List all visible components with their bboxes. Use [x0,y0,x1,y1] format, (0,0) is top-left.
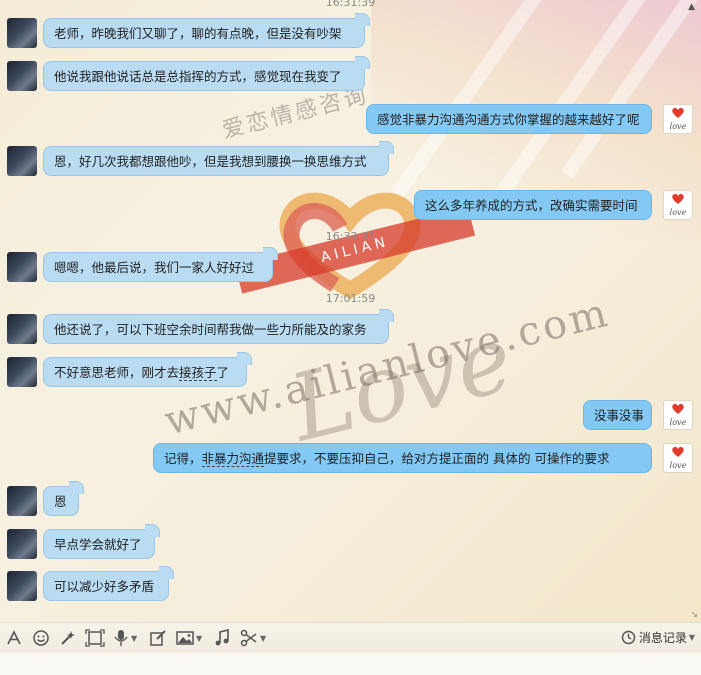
message-text: 了 [216,365,230,380]
message-bubble-incoming[interactable]: 可以减少好多矛盾 [43,566,174,601]
message-input[interactable] [0,653,701,675]
svg-text:love: love [670,461,687,470]
avatar[interactable] [7,357,37,387]
message-text-underlined: 非暴力沟通 [201,451,265,467]
timestamp: 17:01:59 [325,292,376,305]
message-history-button[interactable]: 消息记录 ▼ [621,629,695,646]
message-bubble-outgoing[interactable]: 感觉非暴力沟通沟通方式你掌握的越来越好了呢 [366,104,652,134]
avatar[interactable] [7,252,37,282]
message-bubble-outgoing[interactable]: 这么多年养成的方式，改确实需要时间 [414,190,652,220]
avatar[interactable] [7,18,37,48]
avatar[interactable] [7,146,37,176]
image-icon[interactable]: ▼ [176,629,202,647]
timestamp: 16:33:43 [325,230,376,243]
resize-handle-icon[interactable]: ↘ [690,610,698,620]
screenshot-icon[interactable] [85,629,105,647]
love-avatar-icon[interactable]: love [663,104,693,134]
svg-text:love: love [670,122,687,131]
chat-area[interactable]: AILIAN 爱恋情感咨询 Love www.ailianlove.com ▲ … [0,0,701,622]
emoji-icon[interactable] [32,629,50,647]
message-bubble-outgoing[interactable]: 没事没事 [583,400,652,430]
avatar[interactable] [7,486,37,516]
message-bubble-incoming[interactable]: 老师，昨晚我们又聊了，聊的有点晚，但是没有吵架 [43,13,370,48]
svg-text:love: love [670,208,687,217]
timestamp: 16:31:39 [325,0,376,9]
message-bubble-outgoing[interactable]: 记得，非暴力沟通提要求，不要压抑自己，给对方提正面的 具体的 可操作的要求 [153,443,652,473]
message-bubble-incoming[interactable]: 他还说了，可以下班空余时间帮我做一些力所能及的家务 [43,309,394,344]
message-text: 记得， [164,451,202,466]
message-bubble-incoming[interactable]: 嗯嗯，他最后说，我们一家人好好过 [43,247,278,282]
message-history-label: 消息记录 [638,631,687,645]
message-bubble-incoming[interactable]: 恩 [43,481,84,516]
input-toolbar: ▼ ▼ ▼ 消息记录 ▼ [0,622,701,653]
love-avatar-icon[interactable]: love [663,190,693,220]
message-bubble-incoming[interactable]: 他说我跟他说话总是总指挥的方式，感觉现在我变了 [43,56,370,91]
music-icon[interactable] [214,629,230,647]
love-avatar-icon[interactable]: love [663,400,693,430]
clock-icon [621,630,636,645]
magic-icon[interactable] [59,629,77,647]
message-bubble-incoming[interactable]: 不好意思老师，刚才去接孩子了 [43,352,252,387]
edit-icon[interactable] [149,629,167,647]
avatar[interactable] [7,61,37,91]
avatar[interactable] [7,314,37,344]
scissors-icon[interactable]: ▼ [240,629,266,647]
message-bubble-incoming[interactable]: 恩，好几次我都想跟他吵，但是我想到腰换一换思维方式 [43,141,394,176]
message-text: 提要求，不要压抑自己，给对方提正面的 具体的 可操作的要求 [264,451,610,466]
message-text: 不好意思老师，刚才去 [54,365,180,380]
message-bubble-incoming[interactable]: 早点学会就好了 [43,524,160,559]
avatar[interactable] [7,571,37,601]
love-avatar-icon[interactable]: love [663,443,693,473]
avatar[interactable] [7,529,37,559]
font-icon[interactable] [6,629,22,647]
message-text-underlined: 接孩子 [179,365,217,381]
svg-text:love: love [670,418,687,427]
mic-icon[interactable]: ▼ [113,629,137,647]
